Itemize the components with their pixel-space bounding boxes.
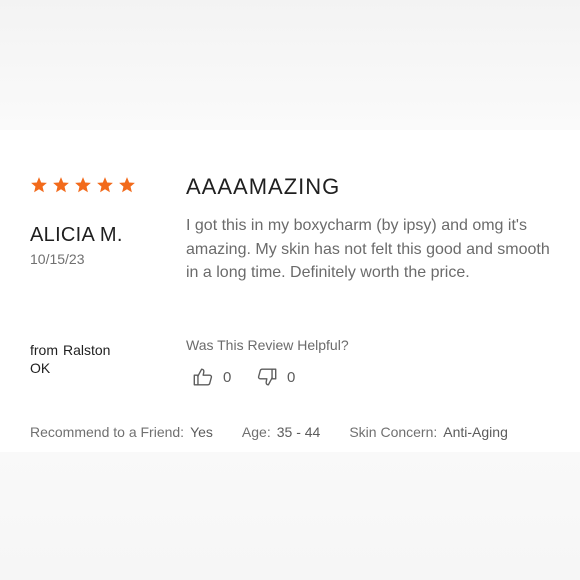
helpful-yes-button[interactable]: 0 xyxy=(192,366,231,388)
review-meta-row: Recommend to a Friend: Yes Age: 35 - 44 … xyxy=(30,424,508,440)
review-title: AAAAMAZING xyxy=(186,174,341,199)
recommend-to-friend: Recommend to a Friend: Yes xyxy=(30,424,213,440)
star-icon xyxy=(53,177,69,193)
location-label: from xyxy=(30,342,58,358)
recommend-value: Yes xyxy=(190,424,213,440)
thumbs-down-icon xyxy=(256,366,278,388)
star-icon xyxy=(75,177,91,193)
thumbs-up-icon xyxy=(192,366,214,388)
location-state: OK xyxy=(30,360,51,376)
location-city: Ralston xyxy=(63,342,111,358)
helpful-no-count: 0 xyxy=(287,368,296,386)
helpful-question: Was This Review Helpful? xyxy=(186,337,349,353)
star-icon xyxy=(119,177,135,193)
star-icon xyxy=(31,177,47,193)
skin-concern: Skin Concern: Anti-Aging xyxy=(349,424,508,440)
page-background-top xyxy=(0,0,580,130)
helpful-no-button[interactable]: 0 xyxy=(256,366,295,388)
review-body: I got this in my boxycharm (by ipsy) and… xyxy=(186,217,550,281)
skin-concern-value: Anti-Aging xyxy=(443,424,508,440)
star-icon xyxy=(97,177,113,193)
page-background-bottom xyxy=(0,452,580,580)
recommend-label: Recommend to a Friend: xyxy=(30,424,185,440)
review-date: 10/15/23 xyxy=(30,251,85,267)
star-rating xyxy=(30,176,136,194)
reviewer-age: Age: 35 - 44 xyxy=(242,424,320,440)
review-card: ALICIA M. 10/15/23 from Ralston OK AAAAMA… xyxy=(0,130,580,452)
skin-concern-label: Skin Concern: xyxy=(349,424,438,440)
helpful-yes-count: 0 xyxy=(223,368,232,386)
reviewer-location: from Ralston OK xyxy=(30,341,110,377)
age-label: Age: xyxy=(241,424,271,440)
reviewer-name: ALICIA M. xyxy=(30,224,123,246)
age-value: 35 - 44 xyxy=(276,424,321,440)
